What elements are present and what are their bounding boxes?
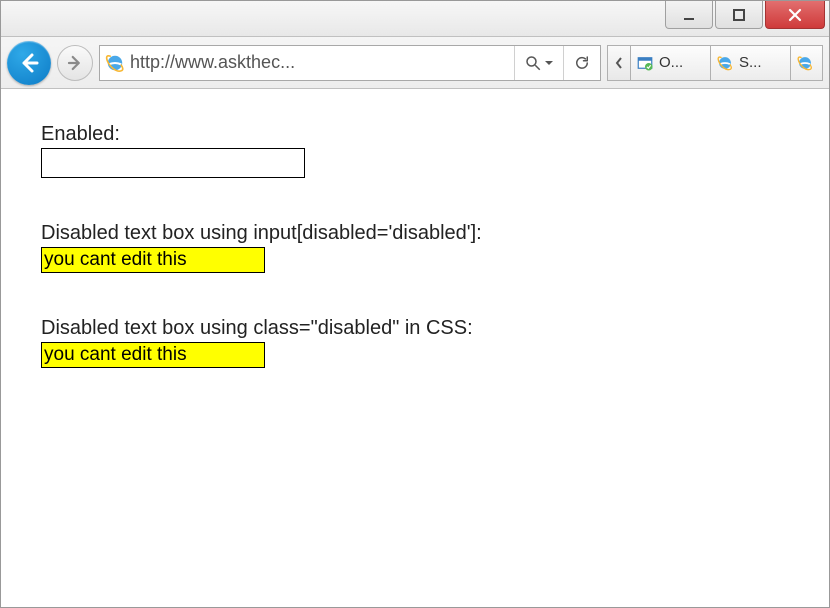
page-options-icon [635, 53, 655, 73]
back-button[interactable] [7, 41, 51, 85]
tab-scroll-left[interactable] [607, 45, 631, 81]
window-titlebar [1, 1, 829, 37]
disabled-class-input: you cant edit this [41, 342, 265, 368]
enabled-label: Enabled: [41, 123, 789, 146]
disabled-attr-input: you cant edit this [41, 247, 265, 273]
ie-logo-icon [795, 53, 815, 73]
tab-1[interactable]: O... [631, 45, 711, 81]
tab-2[interactable]: S... [711, 45, 791, 81]
tab-label: S... [739, 54, 762, 71]
disabled-class-section: Disabled text box using class="disabled"… [41, 317, 789, 368]
arrow-left-icon [17, 51, 41, 75]
enabled-input[interactable] [41, 148, 305, 178]
maximize-button[interactable] [715, 1, 763, 29]
tab-label: O... [659, 54, 683, 71]
ie-logo-icon [100, 52, 130, 74]
refresh-icon [573, 54, 591, 72]
dropdown-icon [544, 58, 554, 68]
ie-logo-icon [715, 53, 735, 73]
url-text[interactable]: http://www.askthec... [130, 52, 514, 73]
address-bar[interactable]: http://www.askthec... [99, 45, 601, 81]
search-icon [524, 54, 542, 72]
enabled-section: Enabled: [41, 123, 789, 178]
minimize-button[interactable] [665, 1, 713, 29]
browser-toolbar: http://www.askthec... [1, 37, 829, 89]
tab-3[interactable] [791, 45, 823, 81]
disabled-attr-section: Disabled text box using input[disabled='… [41, 222, 789, 273]
chevron-left-icon [614, 56, 624, 70]
refresh-button[interactable] [564, 46, 600, 80]
arrow-right-icon [66, 54, 84, 72]
tab-bar: O... S... [607, 45, 823, 81]
disabled-attr-label: Disabled text box using input[disabled='… [41, 222, 789, 245]
search-button[interactable] [515, 46, 563, 80]
browser-window: http://www.askthec... [0, 0, 830, 608]
disabled-class-label: Disabled text box using class="disabled"… [41, 317, 789, 340]
close-button[interactable] [765, 1, 825, 29]
page-content: Enabled: Disabled text box using input[d… [1, 89, 829, 446]
forward-button[interactable] [57, 45, 93, 81]
